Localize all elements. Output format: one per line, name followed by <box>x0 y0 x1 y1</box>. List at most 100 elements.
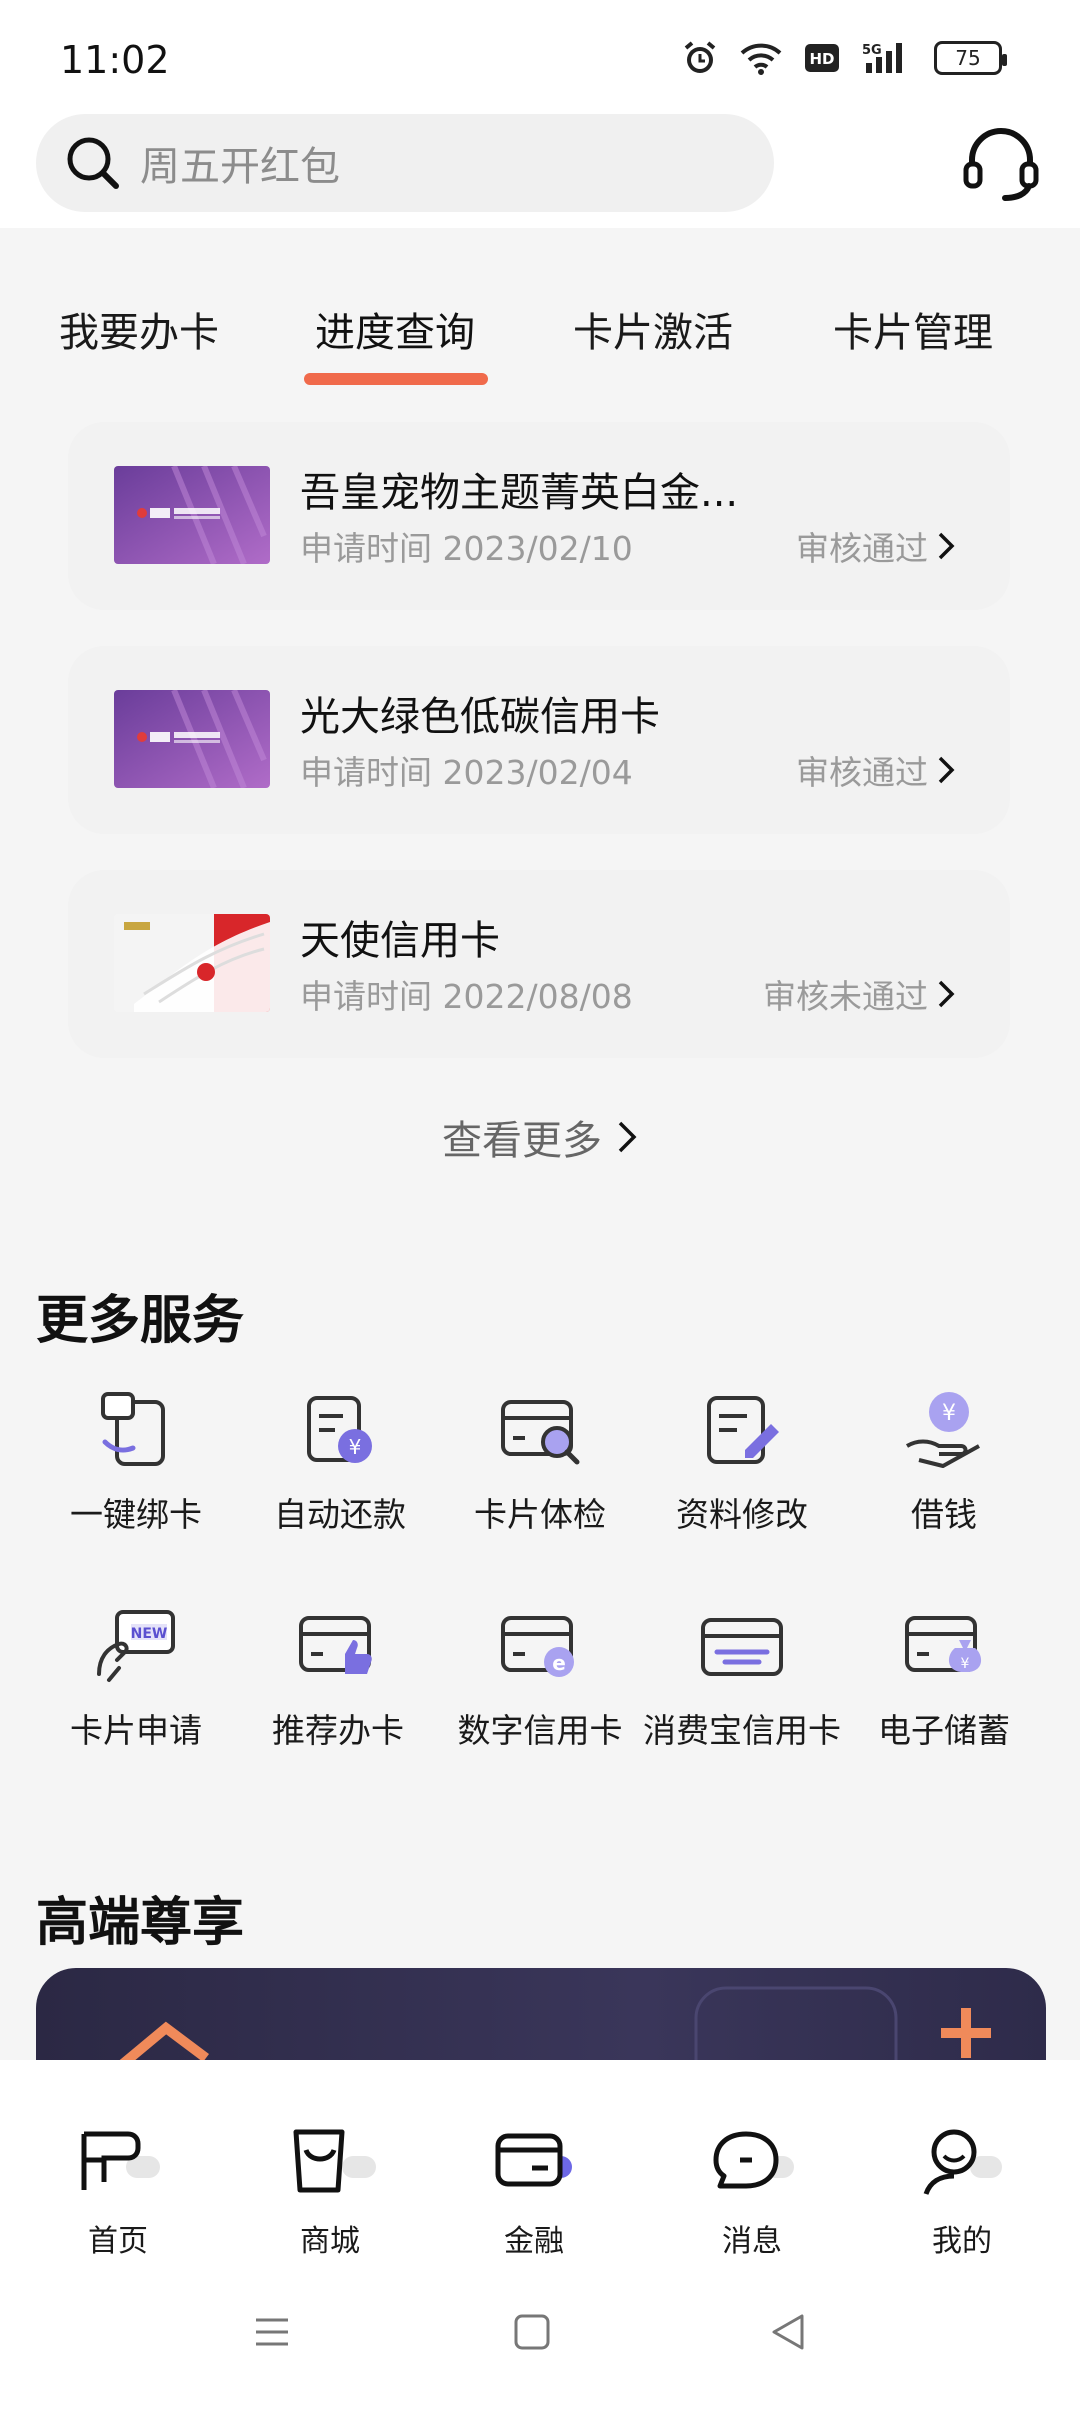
nav-finance[interactable]: 金融 <box>426 2120 642 2260</box>
apply-date: 申请时间 2022/08/08 <box>300 977 633 1016</box>
status-text: 审核通过 <box>796 529 928 568</box>
hd-icon: HD <box>805 44 839 72</box>
search-input[interactable]: 周五开红包 <box>36 114 774 212</box>
nav-label: 我的 <box>932 2224 992 2259</box>
signal-5g-icon: 5G <box>862 43 902 73</box>
e-savings-icon: ¥ <box>905 1616 982 1672</box>
svg-text:NEW: NEW <box>131 1626 168 1642</box>
nav-message[interactable]: 消息 <box>644 2120 860 2260</box>
battery-icon: 75 <box>934 41 1007 75</box>
tab-progress[interactable]: 进度查询 <box>280 300 510 358</box>
service-label: 自动还款 <box>274 1495 406 1534</box>
nav-profile[interactable]: 我的 <box>854 2120 1070 2260</box>
service-card-apply[interactable]: NEW 卡片申请 <box>28 1600 244 1752</box>
chevron-right-icon <box>618 1121 637 1153</box>
customer-service-icon[interactable] <box>962 124 1040 202</box>
service-label: 推荐办卡 <box>272 1711 404 1750</box>
recommend-card-icon <box>299 1616 372 1674</box>
tab-apply-card[interactable]: 我要办卡 <box>24 300 254 358</box>
chevron-right-icon <box>938 980 955 1008</box>
back-icon[interactable] <box>766 2310 810 2354</box>
status-icons: HD 5G 75 <box>682 40 1007 76</box>
service-label: 消费宝信用卡 <box>643 1711 841 1750</box>
service-digital-card[interactable]: e 数字信用卡 <box>432 1600 648 1752</box>
status-text: 审核未通过 <box>763 977 928 1016</box>
service-edit-info[interactable]: 资料修改 <box>634 1384 850 1536</box>
svg-text:HD: HD <box>809 50 834 68</box>
finance-icon <box>495 2133 572 2187</box>
status-text: 审核通过 <box>796 753 928 792</box>
bottom-nav: 首页 商城 金融 消息 我的 <box>0 2060 1080 2412</box>
review-status: 审核通过 <box>796 746 956 794</box>
svg-text:¥: ¥ <box>942 1401 956 1426</box>
application-card[interactable]: 吾皇宠物主题菁英白金... 申请时间 2023/02/10 审核通过 <box>68 422 1010 610</box>
card-image <box>114 690 270 788</box>
svg-text:¥: ¥ <box>961 1656 970 1672</box>
card-check-icon <box>501 1400 580 1465</box>
service-label: 卡片申请 <box>70 1711 202 1750</box>
service-consume-card[interactable]: 消费宝信用卡 <box>634 1600 850 1752</box>
card-name: 天使信用卡 <box>300 918 500 964</box>
home-button-icon[interactable] <box>510 2310 554 2354</box>
card-name: 吾皇宠物主题菁英白金... <box>300 470 739 516</box>
nav-label: 金融 <box>504 2224 564 2259</box>
service-label: 资料修改 <box>676 1495 808 1534</box>
service-auto-repay[interactable]: ¥ 自动还款 <box>232 1384 448 1536</box>
svg-text:¥: ¥ <box>349 1435 362 1459</box>
status-bar: 11:02 HD 5G 75 <box>0 0 1080 110</box>
tab-bar: 我要办卡 进度查询 卡片激活 卡片管理 <box>0 300 1080 390</box>
battery-level: 75 <box>955 46 981 70</box>
view-more-link[interactable]: 查看更多 <box>0 1108 1080 1166</box>
service-label: 数字信用卡 <box>457 1711 623 1750</box>
search-placeholder: 周五开红包 <box>140 144 340 190</box>
nav-label: 首页 <box>88 2224 148 2259</box>
card-image <box>114 466 270 564</box>
nav-label: 消息 <box>722 2224 782 2259</box>
home-icon <box>81 2131 160 2190</box>
card-apply-icon: NEW <box>97 1610 175 1682</box>
header: 周五开红包 <box>0 110 1080 228</box>
service-borrow[interactable]: ¥ 借钱 <box>836 1384 1052 1536</box>
nav-mall[interactable]: 商城 <box>222 2120 438 2260</box>
card-image <box>114 914 270 1012</box>
nav-home[interactable]: 首页 <box>10 2120 226 2260</box>
search-icon <box>67 137 119 189</box>
service-bind-card[interactable]: 一键绑卡 <box>28 1384 244 1536</box>
service-label: 借钱 <box>911 1495 977 1534</box>
menu-icon[interactable] <box>250 2310 294 2354</box>
digital-card-icon: e <box>501 1616 574 1677</box>
service-label: 一键绑卡 <box>70 1495 202 1534</box>
status-time: 11:02 <box>60 38 170 82</box>
profile-icon <box>923 2129 1002 2195</box>
service-label: 电子储蓄 <box>878 1711 1010 1750</box>
service-card-check[interactable]: 卡片体检 <box>432 1384 648 1536</box>
service-recommend-card[interactable]: 推荐办卡 <box>230 1600 446 1752</box>
premium-title: 高端尊享 <box>36 1893 245 1953</box>
wifi-icon <box>740 43 782 75</box>
consume-card-icon <box>701 1618 783 1676</box>
review-status: 审核通过 <box>796 522 956 570</box>
system-nav-bar <box>0 2286 1080 2406</box>
tab-manage[interactable]: 卡片管理 <box>798 300 1028 358</box>
card-name: 光大绿色低碳信用卡 <box>300 694 660 740</box>
service-e-savings[interactable]: ¥ 电子储蓄 <box>836 1600 1052 1752</box>
application-card[interactable]: 天使信用卡 申请时间 2022/08/08 审核未通过 <box>68 870 1010 1058</box>
svg-text:e: e <box>552 1651 566 1675</box>
apply-date: 申请时间 2023/02/04 <box>300 753 633 792</box>
chevron-right-icon <box>938 532 955 560</box>
tab-activate[interactable]: 卡片激活 <box>538 300 768 358</box>
view-more-label: 查看更多 <box>442 1118 602 1164</box>
more-services-title: 更多服务 <box>36 1291 245 1351</box>
message-icon <box>713 2131 794 2189</box>
chevron-right-icon <box>938 756 955 784</box>
alarm-icon <box>684 41 716 73</box>
mall-icon <box>293 2129 376 2193</box>
review-status: 审核未通过 <box>763 970 956 1018</box>
nav-label: 商城 <box>300 2224 360 2259</box>
application-card[interactable]: 光大绿色低碳信用卡 申请时间 2023/02/04 审核通过 <box>68 646 1010 834</box>
auto-repay-icon: ¥ <box>307 1396 372 1463</box>
bind-card-icon <box>101 1392 165 1466</box>
tab-indicator <box>304 373 488 385</box>
edit-info-icon <box>707 1396 779 1464</box>
service-label: 卡片体检 <box>474 1495 606 1534</box>
